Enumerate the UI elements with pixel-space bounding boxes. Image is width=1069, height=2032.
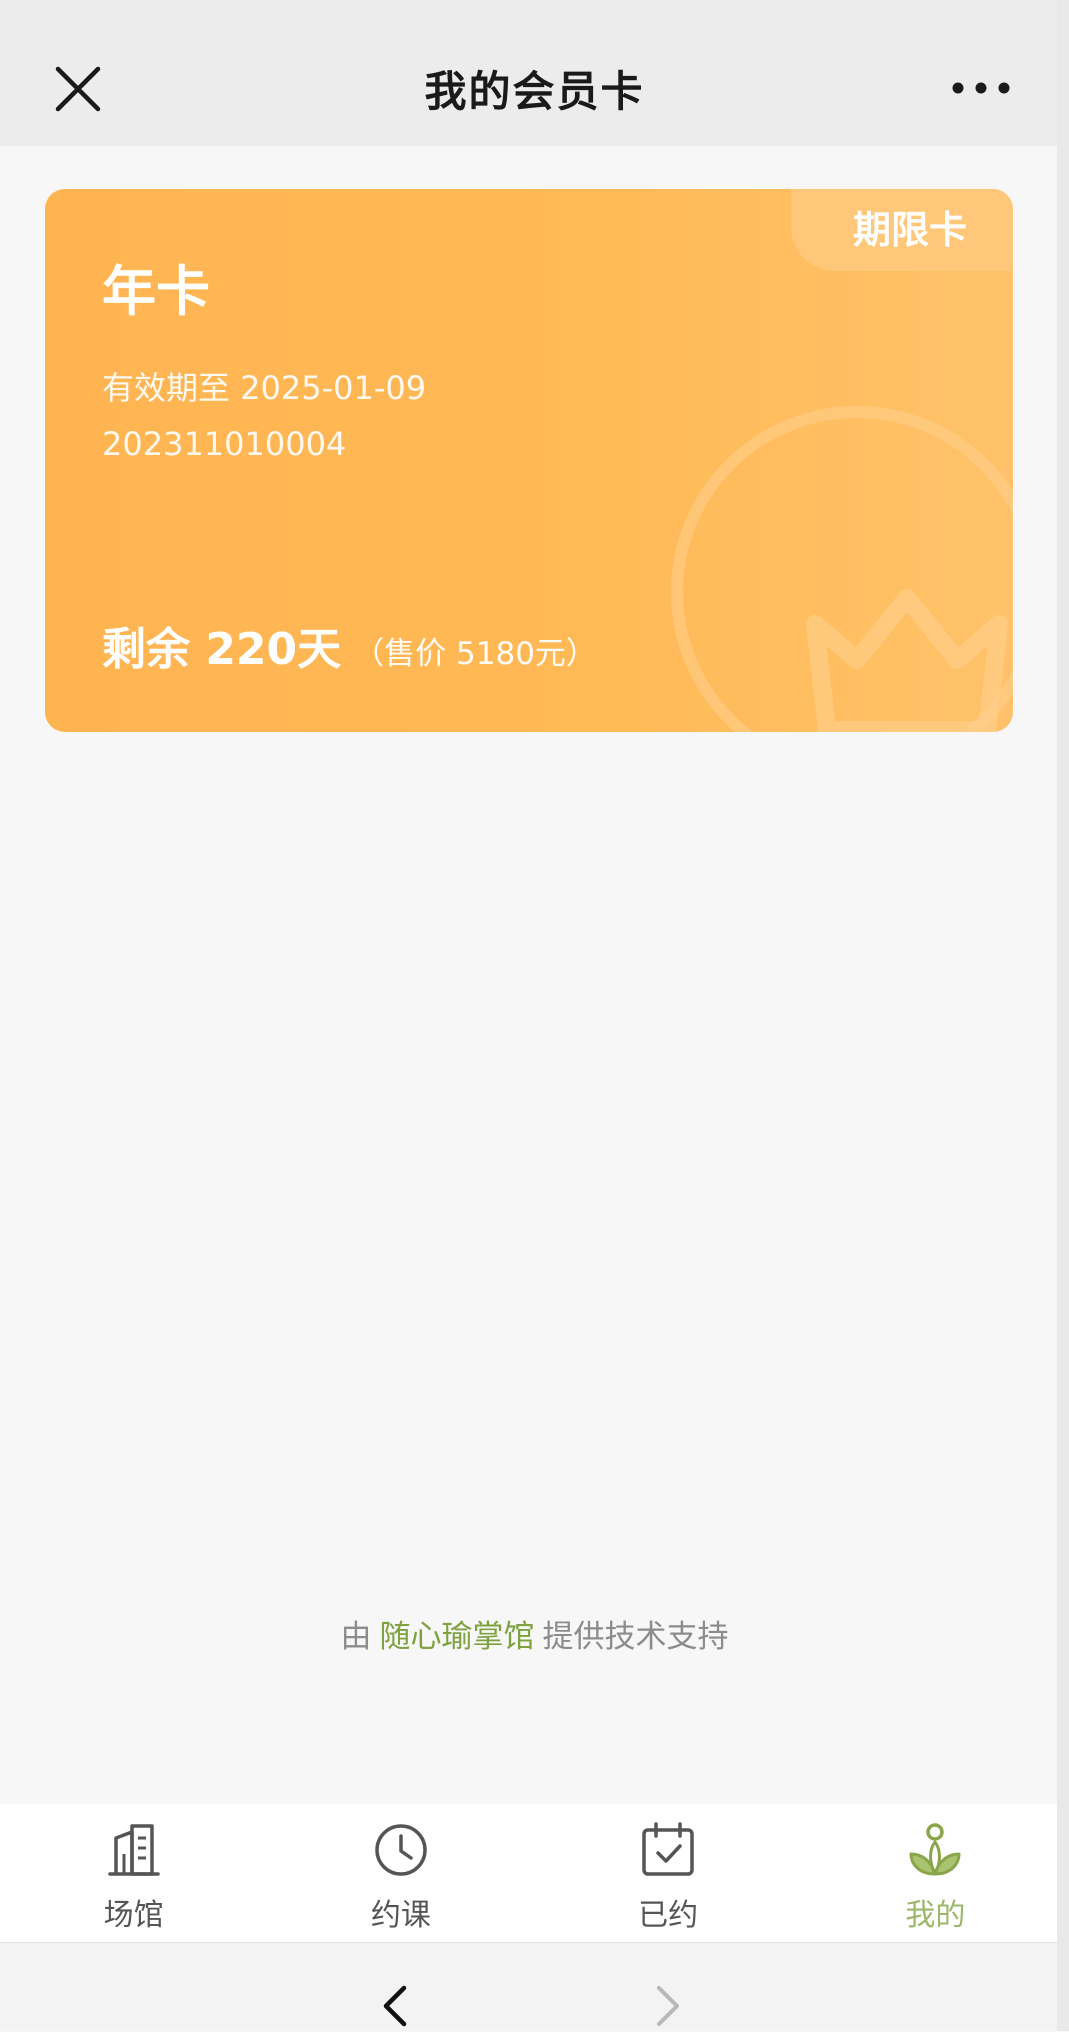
credit-suffix: 提供技术支持 (542, 1619, 729, 1655)
browser-back-button[interactable] (374, 1984, 418, 2028)
more-options-button[interactable] (948, 70, 1014, 106)
top-bar: 我的会员卡 (0, 0, 1069, 146)
credit-brand-link[interactable]: 随心瑜掌馆 (380, 1619, 535, 1655)
credit-prefix: 由 (340, 1619, 372, 1655)
membership-card[interactable]: 期限卡 年卡 有效期至 2025-01-09 202311010004 剩余 2… (45, 189, 1013, 732)
browser-nav-bar (0, 1942, 1069, 2031)
bottom-tab-bar: 场馆 约课 已约 我的 (0, 1804, 1069, 1942)
tab-mine[interactable]: 我的 (802, 1804, 1069, 1942)
page-title: 我的会员卡 (424, 67, 645, 116)
card-number: 202311010004 (102, 425, 347, 463)
tab-label: 我的 (905, 1898, 966, 1933)
more-dots-icon (952, 82, 1010, 94)
tab-booked[interactable]: 已约 (535, 1804, 802, 1942)
tab-label: 场馆 (103, 1898, 164, 1933)
remaining-days: 剩余 220天 (102, 624, 342, 675)
tab-book-class[interactable]: 约课 (267, 1804, 534, 1942)
card-type-badge: 期限卡 (791, 189, 1013, 271)
profile-leaf-icon (909, 1823, 961, 1876)
card-remaining: 剩余 220天 （售价 5180元） (102, 613, 597, 677)
sale-price: （售价 5180元） (353, 636, 597, 672)
building-icon (107, 1824, 160, 1876)
card-title: 年卡 (102, 260, 210, 323)
card-expiry-date: 有效期至 2025-01-09 (102, 369, 427, 407)
clock-icon (375, 1824, 427, 1876)
chevron-right-icon (657, 1986, 679, 2026)
right-edge-strip (1057, 0, 1069, 2031)
browser-forward-button[interactable] (645, 1984, 689, 2028)
tab-label: 已约 (638, 1898, 699, 1933)
tech-support-credit: 由随心瑜掌馆 提供技术支持 (0, 1611, 1069, 1656)
crown-icon (671, 406, 1013, 732)
calendar-check-icon (642, 1822, 694, 1876)
chevron-left-icon (383, 1985, 407, 2027)
tab-label: 约课 (370, 1898, 431, 1933)
tab-venue[interactable]: 场馆 (0, 1804, 267, 1942)
